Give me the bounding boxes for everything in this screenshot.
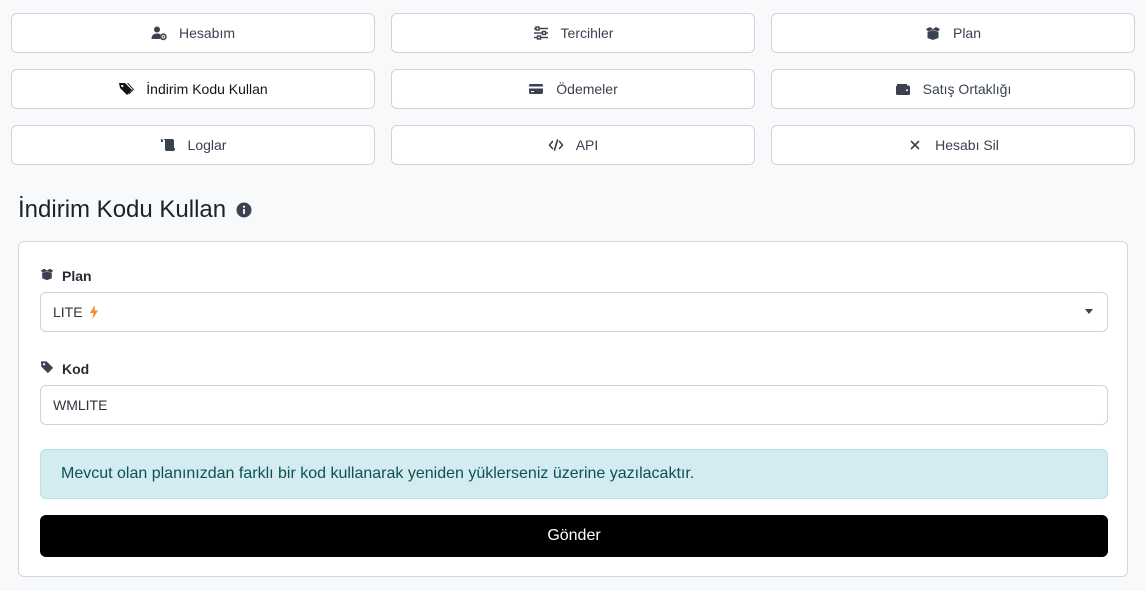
bolt-icon [89,305,99,319]
code-input-value: WMLITE [53,397,108,413]
code-input[interactable]: WMLITE [40,385,1108,425]
info-alert: Mevcut olan planınızdan farklı bir kod k… [40,449,1108,499]
nav-account-button[interactable]: Hesabım [11,13,375,53]
tag-icon [40,360,54,377]
scroll-icon [160,137,176,153]
page-title-text: İndirim Kodu Kullan [18,196,227,223]
code-icon [548,137,564,153]
redeem-code-card: Plan LITE Kod WMLITE Mevcut olan planını… [18,241,1128,577]
nav-logs-label: Loglar [187,137,227,153]
info-alert-text: Mevcut olan planınızdan farklı bir kod k… [61,465,695,482]
settings-nav: Hesabım Tercihler Plan İndirim Kodu Kull… [11,13,1135,165]
user-gear-icon [151,25,167,41]
box-open-icon [925,25,941,41]
nav-payments-label: Ödemeler [556,81,618,97]
nav-affiliate-label: Satış Ortaklığı [922,81,1012,97]
nav-api-label: API [575,137,599,153]
tags-icon [118,81,135,97]
nav-plan-button[interactable]: Plan [771,13,1135,53]
sliders-icon [533,25,549,41]
nav-logs-button[interactable]: Loglar [11,125,375,165]
plan-label-text: Plan [62,267,92,284]
credit-card-icon [528,81,544,97]
submit-button[interactable]: Gönder [40,515,1108,557]
code-field-label: Kod [40,360,89,377]
wallet-icon [895,81,911,97]
close-icon [907,137,923,153]
chevron-down-icon [1085,309,1093,314]
nav-delete-account-label: Hesabı Sil [935,137,999,153]
plan-select-value: LITE [53,304,83,320]
nav-delete-account-button[interactable]: Hesabı Sil [771,125,1135,165]
nav-payments-button[interactable]: Ödemeler [391,69,755,109]
nav-affiliate-button[interactable]: Satış Ortaklığı [771,69,1135,109]
page-title: İndirim Kodu Kullan [18,196,252,224]
info-icon[interactable] [236,202,252,218]
nav-redeem-code-label: İndirim Kodu Kullan [146,81,268,97]
plan-select[interactable]: LITE [40,292,1108,332]
plan-field-label: Plan [40,267,92,284]
nav-account-label: Hesabım [178,25,236,41]
nav-api-button[interactable]: API [391,125,755,165]
box-open-icon [40,267,54,284]
nav-preferences-label: Tercihler [560,25,614,41]
nav-redeem-code-button[interactable]: İndirim Kodu Kullan [11,69,375,109]
nav-preferences-button[interactable]: Tercihler [391,13,755,53]
code-label-text: Kod [62,360,90,377]
nav-plan-label: Plan [952,25,982,41]
